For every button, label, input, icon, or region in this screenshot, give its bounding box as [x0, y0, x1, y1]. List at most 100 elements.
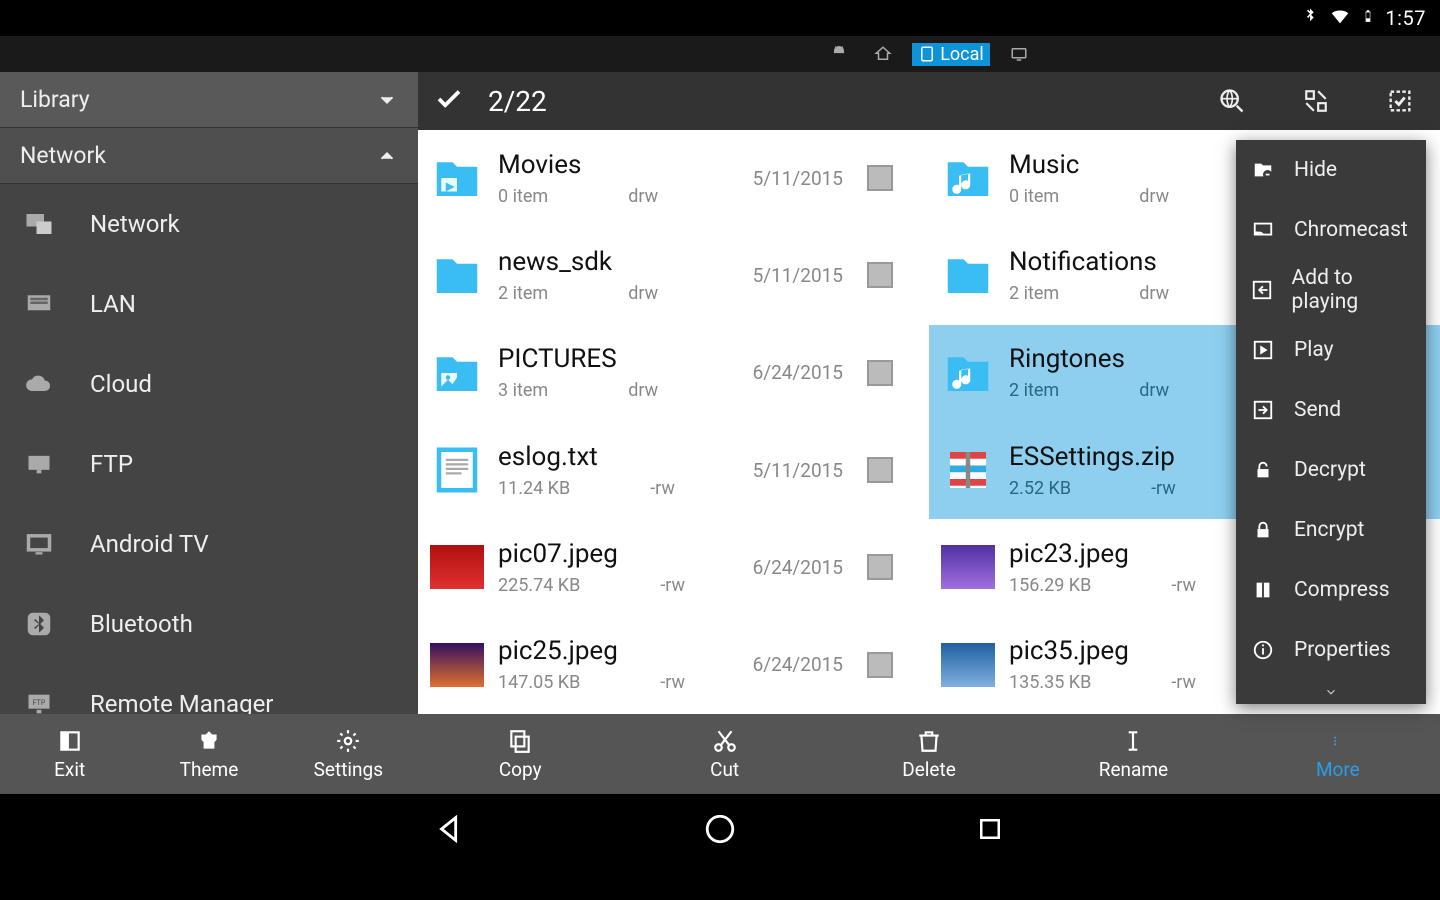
menu-item-icon [1250, 517, 1276, 543]
file-checkbox[interactable] [867, 165, 893, 191]
select-all-icon[interactable] [1376, 77, 1424, 125]
content-bottom-bar: Copy Cut Delete Rename More [418, 714, 1440, 794]
file-name: Music [1009, 150, 1230, 180]
menu-item-label: Play [1294, 338, 1334, 362]
lan-icon [18, 287, 60, 321]
sidebar-section-library[interactable]: Library [0, 72, 418, 128]
file-thumb [430, 248, 484, 302]
file-name: ESSettings.zip [1009, 442, 1230, 472]
bluetooth-icon [1301, 6, 1319, 30]
menu-item-chromecast[interactable]: Chromecast [1236, 200, 1426, 260]
view-mode-icon[interactable] [1292, 77, 1340, 125]
menu-item-play[interactable]: Play [1236, 320, 1426, 380]
menu-item-hide[interactable]: Hide [1236, 140, 1426, 200]
exit-button[interactable]: Exit [0, 714, 139, 794]
sidebar-section-library-label: Library [20, 86, 90, 113]
tab-home-icon[interactable] [868, 44, 898, 64]
file-thumb [941, 638, 995, 692]
file-meta-perm: -rw [660, 672, 685, 693]
nav-back-button[interactable] [430, 809, 470, 849]
nav-recent-button[interactable] [970, 809, 1010, 849]
tab-device-icon[interactable] [1004, 44, 1034, 64]
sidebar-item-label: LAN [90, 290, 136, 318]
theme-icon [196, 728, 222, 754]
menu-item-compress[interactable]: Compress [1236, 560, 1426, 620]
file-meta-perm: drw [628, 283, 658, 304]
file-thumb [941, 248, 995, 302]
sidebar-item-label: FTP [90, 450, 133, 478]
sidebar-item-label: Network [90, 210, 180, 238]
file-thumb [430, 540, 484, 594]
menu-item-encrypt[interactable]: Encrypt [1236, 500, 1426, 560]
selection-check-icon[interactable] [434, 84, 464, 118]
file-thumb [430, 638, 484, 692]
theme-button[interactable]: Theme [139, 714, 278, 794]
file-checkbox[interactable] [867, 262, 893, 288]
menu-item-decrypt[interactable]: Decrypt [1236, 440, 1426, 500]
file-name: eslog.txt [498, 442, 719, 472]
file-meta-perm: -rw [650, 478, 675, 499]
file-checkbox[interactable] [867, 457, 893, 483]
selection-count: 2/22 [488, 85, 547, 118]
delete-button[interactable]: Delete [827, 714, 1031, 794]
file-cell[interactable]: eslog.txt 11.24 KB-rw 5/11/2015 [418, 422, 929, 519]
file-cell[interactable]: news_sdk 2 itemdrw 5/11/2015 [418, 227, 929, 324]
settings-button[interactable]: Settings [279, 714, 418, 794]
file-checkbox[interactable] [867, 652, 893, 678]
bluetooth-icon [18, 607, 60, 641]
battery-icon [1361, 5, 1375, 32]
copy-button[interactable]: Copy [418, 714, 622, 794]
file-name: pic25.jpeg [498, 636, 719, 666]
network-icon [18, 207, 60, 241]
menu-item-add-to-playing[interactable]: Add to playing [1236, 260, 1426, 320]
file-thumb [941, 443, 995, 497]
tab-android-icon[interactable] [824, 44, 854, 64]
file-checkbox[interactable] [867, 360, 893, 386]
more-button[interactable]: More [1236, 714, 1440, 794]
sidebar-item-network[interactable]: Network [0, 184, 418, 264]
file-meta-perm: -rw [1171, 575, 1196, 596]
sidebar-item-bluetooth[interactable]: Bluetooth [0, 584, 418, 664]
rename-label: Rename [1099, 758, 1168, 781]
file-cell[interactable]: pic07.jpeg 225.74 KB-rw 6/24/2015 [418, 519, 929, 616]
context-menu: HideChromecastAdd to playing Play SendDecr… [1236, 140, 1426, 704]
menu-item-icon [1250, 337, 1276, 363]
file-checkbox[interactable] [867, 554, 893, 580]
file-meta-size: 135.35 KB [1009, 672, 1091, 693]
menu-item-send[interactable]: Send [1236, 380, 1426, 440]
tab-local[interactable]: Local [912, 43, 990, 66]
more-label: More [1316, 758, 1360, 781]
sidebar-item-androidtv[interactable]: Android TV [0, 504, 418, 584]
menu-scroll-indicator[interactable] [1236, 680, 1426, 704]
file-date: 6/24/2015 [733, 653, 843, 676]
sidebar-item-remote-manager[interactable]: FTP Remote Manager [0, 664, 418, 714]
file-date: 6/24/2015 [733, 556, 843, 579]
menu-item-icon [1250, 457, 1276, 483]
nav-home-button[interactable] [700, 809, 740, 849]
file-cell[interactable]: PICTURES 3 itemdrw 6/24/2015 [418, 325, 929, 422]
gear-icon [335, 728, 361, 754]
android-nav-bar [0, 794, 1440, 864]
file-cell[interactable]: Movies 0 itemdrw 5/11/2015 [418, 130, 929, 227]
file-meta-size: 2 item [1009, 380, 1059, 401]
file-thumb [430, 151, 484, 205]
file-name: pic35.jpeg [1009, 636, 1230, 666]
sidebar-item-lan[interactable]: LAN [0, 264, 418, 344]
file-meta-perm: drw [1139, 380, 1169, 401]
file-meta-perm: -rw [660, 575, 685, 596]
sidebar-section-network[interactable]: Network [0, 128, 418, 184]
theme-label: Theme [180, 758, 239, 781]
menu-item-icon [1250, 217, 1276, 243]
sidebar-item-ftp[interactable]: FTP [0, 424, 418, 504]
file-thumb [941, 540, 995, 594]
menu-item-properties[interactable]: Properties [1236, 620, 1426, 680]
exit-icon [57, 728, 83, 754]
search-globe-icon[interactable] [1208, 77, 1256, 125]
rename-button[interactable]: Rename [1031, 714, 1235, 794]
sidebar-item-cloud[interactable]: Cloud [0, 344, 418, 424]
file-meta-size: 2.52 KB [1009, 478, 1071, 499]
file-meta-perm: drw [1139, 283, 1169, 304]
cut-button[interactable]: Cut [622, 714, 826, 794]
file-cell[interactable]: pic25.jpeg 147.05 KB-rw 6/24/2015 [418, 617, 929, 714]
file-meta-size: 2 item [498, 283, 548, 304]
